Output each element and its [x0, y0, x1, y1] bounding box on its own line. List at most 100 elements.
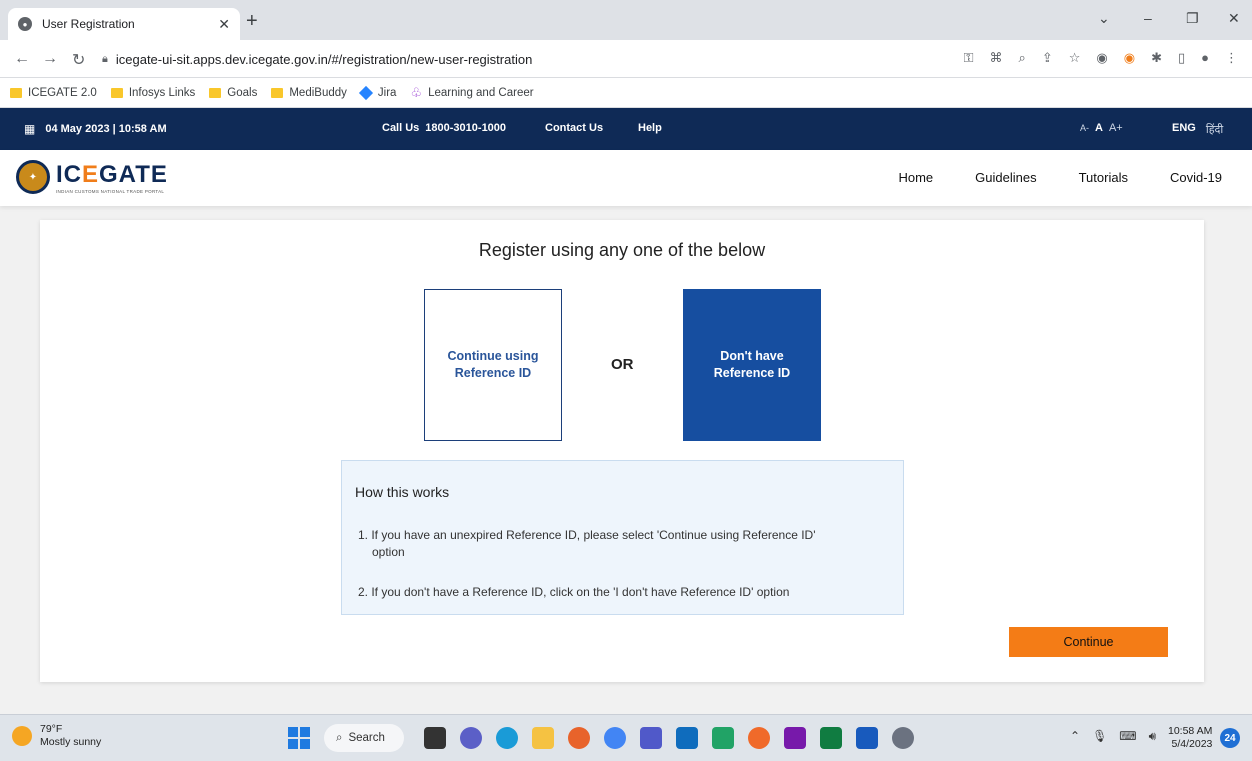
- lang-english[interactable]: ENG: [1172, 122, 1196, 137]
- side-panel-icon[interactable]: ▯: [1178, 50, 1185, 66]
- continue-with-reference-id-option[interactable]: Continue using Reference ID: [424, 289, 562, 441]
- browser-toolbar: ← → ↻ 🔒︎ icegate-ui-sit.apps.dev.icegate…: [0, 40, 1252, 78]
- font-decrease-button[interactable]: A-: [1080, 123, 1089, 133]
- zoom-icon[interactable]: ⌕: [1019, 50, 1026, 66]
- notification-badge[interactable]: 24: [1220, 728, 1240, 748]
- task-view-icon[interactable]: [424, 727, 446, 749]
- new-tab-icon[interactable]: +: [246, 10, 258, 33]
- tab-search-icon[interactable]: ⌄: [1098, 10, 1110, 27]
- outlook-icon[interactable]: [676, 727, 698, 749]
- bookmark-medibuddy[interactable]: MediBuddy: [271, 87, 347, 99]
- settings-gear-icon[interactable]: [892, 727, 914, 749]
- date-text: 04 May 2023 | 10:58 AM: [45, 123, 167, 135]
- no-reference-id-option[interactable]: Don't have Reference ID: [683, 289, 821, 441]
- nav-tutorials[interactable]: Tutorials: [1079, 170, 1128, 185]
- site-topbar: ▦ 04 May 2023 | 10:58 AM Call Us 1800-301…: [0, 108, 1252, 150]
- folder-icon: [10, 87, 22, 98]
- page-title: Register using any one of the below: [478, 240, 766, 260]
- translate-icon[interactable]: ⌘: [990, 50, 1003, 66]
- nav-home[interactable]: Home: [898, 170, 933, 185]
- profile-avatar-icon[interactable]: ●: [1201, 50, 1209, 66]
- browser-tab[interactable]: ● User Registration ✕: [8, 8, 240, 40]
- chat-icon[interactable]: [460, 727, 482, 749]
- windows-start-icon[interactable]: [288, 727, 310, 749]
- word-icon[interactable]: [856, 727, 878, 749]
- media-player-icon[interactable]: [712, 727, 734, 749]
- taskbar-clock[interactable]: 10:58 AM 5/4/2023: [1168, 725, 1212, 751]
- how-step-1-text: 1. If you have an unexpired Reference ID…: [358, 528, 816, 542]
- or-separator: OR: [611, 356, 634, 373]
- close-window-icon[interactable]: ✕: [1228, 10, 1240, 27]
- forward-icon[interactable]: →: [42, 50, 58, 68]
- menu-dots-icon[interactable]: ⋮: [1225, 50, 1238, 66]
- bookmark-icegate[interactable]: ICEGATE 2.0: [10, 87, 97, 99]
- weather-widget[interactable]: 79°F Mostly sunny: [12, 723, 101, 749]
- back-icon[interactable]: ←: [14, 50, 30, 68]
- excel-icon[interactable]: [820, 727, 842, 749]
- edge-icon[interactable]: [496, 727, 518, 749]
- network-icon[interactable]: ⌨: [1119, 729, 1136, 744]
- chrome-icon[interactable]: [604, 727, 626, 749]
- firefox-icon[interactable]: [568, 727, 590, 749]
- bookmark-learning[interactable]: ♧ Learning and Career: [410, 85, 533, 101]
- call-us-number: 1800-3010-1000: [425, 122, 507, 134]
- taskbar-search[interactable]: ⌕ Search: [324, 724, 404, 752]
- lock-icon[interactable]: 🔒︎: [102, 53, 108, 66]
- onenote-icon[interactable]: [784, 727, 806, 749]
- how-this-works-panel: How this works 1. If you have an unexpir…: [341, 460, 904, 615]
- logo-tagline: INDIAN CUSTOMS NATIONAL TRADE PORTAL: [56, 188, 165, 194]
- teams-icon[interactable]: [640, 727, 662, 749]
- lang-hindi[interactable]: हिंदी: [1206, 122, 1223, 137]
- help-link[interactable]: Help: [638, 122, 662, 134]
- reload-icon[interactable]: ↻: [72, 50, 85, 70]
- jira-icon: [358, 85, 373, 100]
- logo-text-post: GATE: [99, 160, 168, 188]
- extensions-puzzle-icon[interactable]: ✱: [1151, 50, 1162, 66]
- sun-icon: [12, 726, 32, 746]
- weather-temp: 79°F: [40, 723, 63, 735]
- restore-icon[interactable]: ❐: [1186, 10, 1199, 27]
- minimize-icon[interactable]: –: [1144, 10, 1152, 26]
- bookmark-infosys[interactable]: Infosys Links: [110, 86, 196, 99]
- font-increase-button[interactable]: A+: [1109, 122, 1123, 134]
- nav-covid-19[interactable]: Covid-19: [1170, 170, 1222, 185]
- language-switcher: ENG हिंदी: [1172, 122, 1223, 137]
- extension-w-icon[interactable]: ◉: [1096, 50, 1107, 66]
- icegate-logo[interactable]: ✦ ICEGATE INDIAN CUSTOMS NATIONAL TRADE …: [16, 160, 168, 194]
- logo-wordmark: ICEGATE INDIAN CUSTOMS NATIONAL TRADE PO…: [56, 161, 168, 194]
- close-tab-icon[interactable]: ✕: [218, 16, 230, 33]
- bookmark-jira[interactable]: Jira: [358, 85, 397, 100]
- folder-icon: [209, 87, 222, 98]
- option-b-label: Don't have Reference ID: [713, 349, 791, 380]
- file-explorer-icon[interactable]: [532, 727, 554, 749]
- share-icon[interactable]: ⇪: [1042, 50, 1053, 66]
- site-navbar: ✦ ICEGATE INDIAN CUSTOMS NATIONAL TRADE …: [0, 150, 1252, 206]
- browser-extension-icons: ⚿ ⌘ ⌕ ⇪ ☆ ◉ ◉ ✱ ▯ ● ⋮: [964, 50, 1238, 66]
- chevron-up-icon[interactable]: ⌃: [1070, 729, 1080, 744]
- nav-guidelines[interactable]: Guidelines: [975, 170, 1036, 185]
- icegate-favicon-icon: ●: [18, 17, 32, 31]
- continue-button[interactable]: Continue: [1009, 627, 1168, 657]
- font-normal-button[interactable]: A: [1095, 122, 1103, 134]
- bookmark-goals[interactable]: Goals: [209, 87, 257, 99]
- system-tray: ⌃ 🎙︎ ⌨ 🔊︎: [1070, 729, 1156, 744]
- bookmark-star-icon[interactable]: ☆: [1069, 50, 1081, 66]
- bookmark-label: Infosys Links: [128, 86, 196, 99]
- clock-time: 10:58 AM: [1168, 725, 1213, 737]
- windows-taskbar: 79°F Mostly sunny ⌕ Search ⌃ 🎙︎ ⌨ 🔊︎ 10:…: [0, 714, 1252, 761]
- date-display: ▦ 04 May 2023 | 10:58 AM: [24, 122, 167, 136]
- how-step-1-cont: option: [372, 545, 405, 559]
- how-step-1: 1. If you have an unexpired Reference ID…: [358, 527, 888, 561]
- pen-app-icon[interactable]: [748, 727, 770, 749]
- extension-orange-icon[interactable]: ◉: [1124, 50, 1135, 66]
- key-icon[interactable]: ⚿: [964, 50, 974, 66]
- learning-icon: ♧: [410, 84, 423, 100]
- bookmark-label: ICEGATE 2.0: [28, 86, 97, 99]
- speaker-icon[interactable]: 🔊︎: [1149, 729, 1157, 744]
- clock-date: 5/4/2023: [1171, 738, 1213, 750]
- call-us[interactable]: Call Us 1800-3010-1000: [382, 122, 506, 134]
- microphone-icon[interactable]: 🎙︎: [1092, 729, 1107, 744]
- contact-us-link[interactable]: Contact Us: [545, 122, 603, 134]
- bookmark-label: Jira: [377, 86, 397, 99]
- how-step-2: 2. If you don't have a Reference ID, cli…: [358, 585, 790, 599]
